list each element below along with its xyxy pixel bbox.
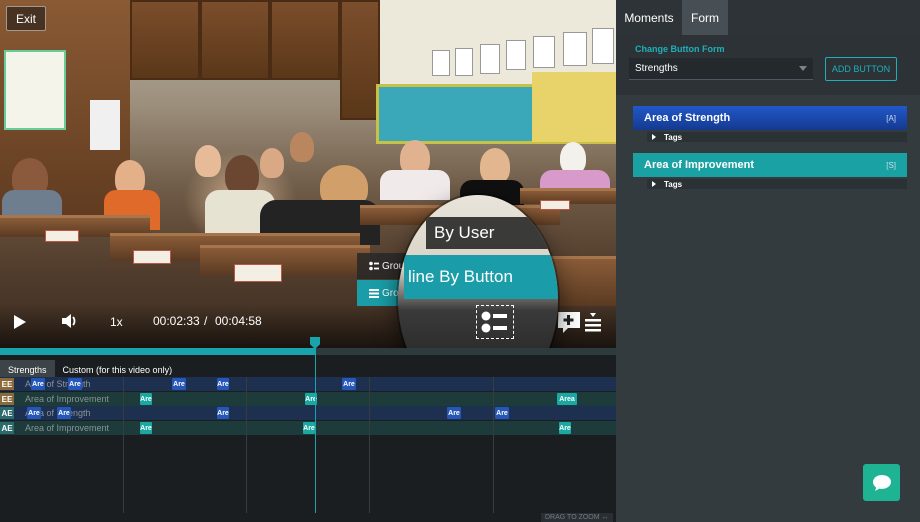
name-tag [234,264,282,282]
desk [200,245,370,275]
moment-marker[interactable]: Are [303,422,315,434]
shortcut-key: [S] [886,160,896,170]
button-form-select[interactable]: Strengths [629,58,813,80]
magnified-by-user-option[interactable]: By User [426,217,556,249]
poster [432,50,450,76]
volume-icon[interactable] [60,311,80,331]
shortcut-key: [A] [886,113,896,123]
change-form-label: Change Button Form [635,44,725,54]
group-by-button-label: Gro [382,287,399,299]
user-code: AE [0,407,14,419]
play-icon[interactable] [14,315,26,329]
student [290,132,314,162]
caret-right-icon [652,181,656,187]
poster [592,28,614,64]
moment-marker[interactable]: Are [447,407,461,419]
tags-label: Tags [664,179,683,189]
timeline-row[interactable]: AE Area of Improvement Are Are Are [0,421,616,435]
add-button[interactable]: ADD BUTTON [825,57,897,81]
timeline-row[interactable]: AEArea of StrengthAreAreAreAreAre [0,406,616,420]
moment-marker[interactable]: Are [559,422,571,434]
student [195,145,221,177]
list-view-icon [369,261,379,271]
name-tag [133,250,171,264]
moment-marker[interactable]: Area [557,393,577,405]
chevron-down-icon [799,66,807,71]
magnified-by-button-option[interactable]: line By Button [404,255,558,299]
tags-toggle[interactable]: Tags [647,132,907,142]
caret-right-icon [652,134,656,140]
chat-button[interactable] [863,464,900,501]
list-view-icon [369,289,379,298]
moment-marker[interactable]: Are [217,407,229,419]
animal-poster [532,72,616,142]
area-of-improvement-button[interactable]: Area of Improvement [S] [633,153,907,177]
video-duration: 00:04:58 [215,314,262,328]
panel-tabs: Moments Form [616,0,920,35]
user-code: EE [0,378,14,390]
paper-sheet [90,100,120,150]
student [225,155,259,195]
cabinet [270,0,340,80]
moment-marker[interactable]: Are [140,422,152,434]
exit-button[interactable]: Exit [6,6,46,31]
name-tag [45,230,79,242]
poster [455,48,473,76]
poster [480,44,500,74]
grid-line [246,377,247,513]
current-time: 00:02:33 [153,314,200,328]
timeline-row[interactable]: EE Area of Strength Are Are Are Are Are [0,377,616,391]
progress-fill [0,348,315,355]
moment-marker[interactable]: Are [68,378,82,390]
moment-marker[interactable]: Are [140,393,152,405]
user-code: EE [0,393,14,405]
playback-speed[interactable]: 1x [110,315,123,329]
poster [563,32,587,66]
moment-marker[interactable]: Are [217,378,229,390]
button-form-value: Strengths [635,63,678,74]
chat-icon [872,474,891,491]
poster [506,40,526,70]
moment-marker[interactable]: Are [31,378,45,390]
student [260,148,284,178]
area-of-strength-button[interactable]: Area of Strength [A] [633,106,907,130]
time-separator: / [204,314,208,328]
resize-arrows-icon: ↔ [601,514,609,521]
tab-moments[interactable]: Moments [616,0,682,35]
poster [533,36,555,68]
cabinet [340,0,380,120]
mission-poster [4,50,66,130]
moment-marker[interactable]: Are [495,407,509,419]
grid-line [493,377,494,513]
list-view-icon[interactable] [476,305,514,339]
add-moment-icon[interactable] [557,309,603,333]
drag-to-zoom-hint[interactable]: DRAG TO ZOOM ↔ [541,513,613,522]
playhead-line [315,348,316,513]
moment-marker[interactable]: Are [57,407,71,419]
tags-toggle[interactable]: Tags [647,179,907,189]
tags-label: Tags [664,132,683,142]
moment-marker[interactable]: Are [342,378,356,390]
grid-line [369,377,370,513]
row-label: Area of Improvement [25,423,110,433]
cabinet [130,0,200,80]
student [480,148,510,184]
moment-marker[interactable]: Are [27,407,41,419]
tab-form[interactable]: Form [682,0,728,35]
timeline-row[interactable]: EE Area of Improvement Are Are Area [0,392,616,406]
drag-to-zoom-label: DRAG TO ZOOM [545,514,600,521]
user-code: AE [0,422,14,434]
moment-marker[interactable]: Are [172,378,186,390]
app-root: { "video": { "exit_label": "Exit", "spee… [0,0,920,522]
row-label: Area of Improvement [25,394,110,404]
button-label: Area of Strength [644,112,731,124]
grid-line [123,377,124,513]
cabinet [200,0,270,80]
button-label: Area of Improvement [644,159,755,171]
